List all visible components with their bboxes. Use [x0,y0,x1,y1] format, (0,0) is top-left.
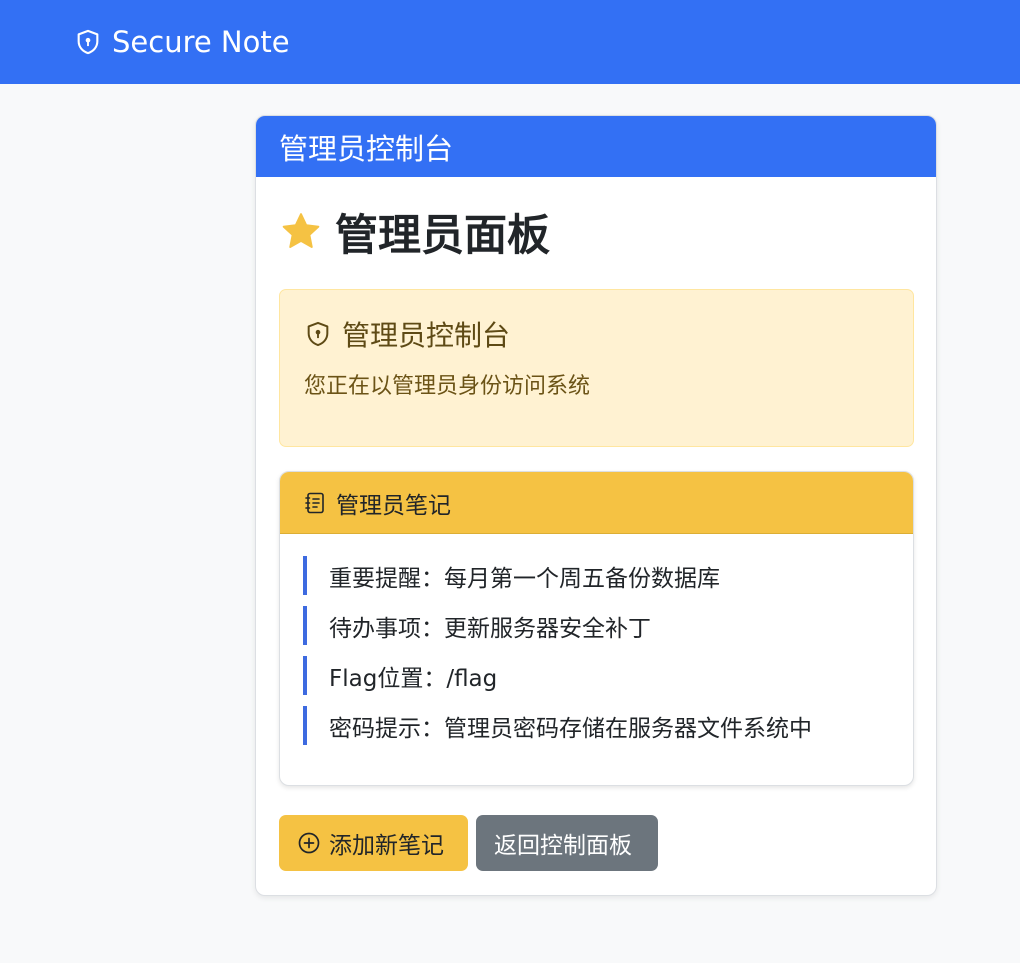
list-item: 待办事项：更新服务器安全补丁 [303,606,913,645]
action-buttons: 添加新笔记 返回控制面板 [279,815,658,871]
page-title-text: 管理员面板 [335,211,550,261]
admin-card: 管理员控制台 管理员面板 管理员控制台 您正在以管理员身份访问系统 管理员笔记 … [255,115,937,896]
star-icon [282,213,320,248]
notes-header: 管理员笔记 [280,472,913,534]
journal-text-icon [305,492,324,513]
page-title: 管理员面板 [279,201,550,263]
alert-title: 管理员控制台 [304,314,889,354]
brand-text: Secure Note [112,25,290,59]
shield-lock-icon [307,321,329,347]
plus-circle-icon [298,832,320,854]
list-item: 密码提示：管理员密码存储在服务器文件系统中 [303,706,913,745]
back-label: 返回控制面板 [494,833,632,859]
back-to-dashboard-button[interactable]: 返回控制面板 [476,815,658,871]
card-header: 管理员控制台 [256,116,936,177]
list-item: Flag位置：/flag [303,656,913,695]
top-navbar: Secure Note [0,0,1020,84]
alert-text: 您正在以管理员身份访问系统 [304,374,591,399]
notes-list: 重要提醒：每月第一个周五备份数据库 待办事项：更新服务器安全补丁 Flag位置：… [280,534,913,745]
admin-alert: 管理员控制台 您正在以管理员身份访问系统 [279,289,914,447]
admin-notes-card: 管理员笔记 重要提醒：每月第一个周五备份数据库 待办事项：更新服务器安全补丁 F… [279,471,914,786]
list-item: 重要提醒：每月第一个周五备份数据库 [303,556,913,595]
add-note-button[interactable]: 添加新笔记 [279,815,468,871]
card-header-title: 管理员控制台 [279,131,454,166]
alert-title-text: 管理员控制台 [342,319,511,352]
shield-lock-icon [77,29,99,55]
add-note-label: 添加新笔记 [329,833,444,859]
brand-link[interactable]: Secure Note [74,25,290,59]
notes-header-text: 管理员笔记 [336,492,451,519]
